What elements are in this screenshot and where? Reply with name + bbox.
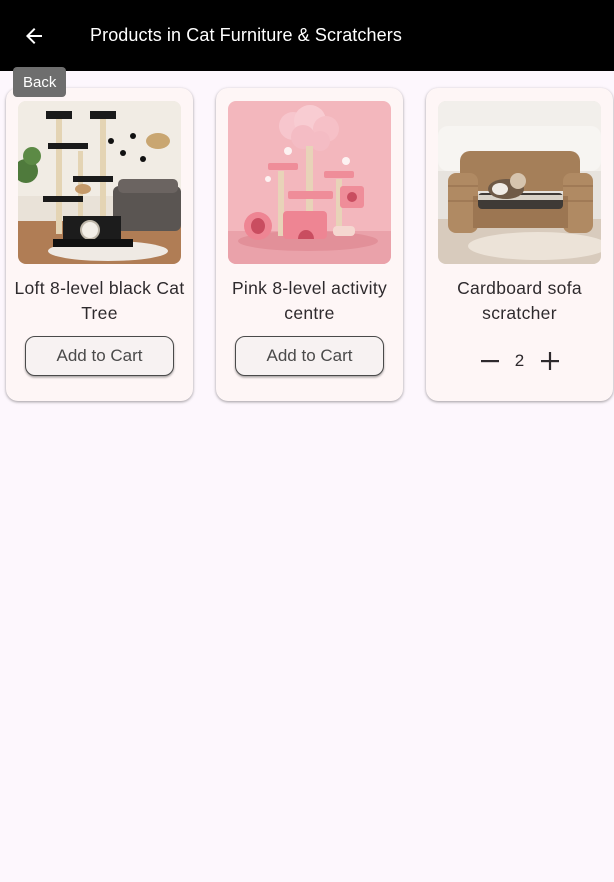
product-name: Cardboard sofa scratcher xyxy=(457,278,582,323)
plus-icon xyxy=(540,352,559,370)
product-grid: Loft 8-level black Cat Tree Add to Cart xyxy=(6,88,614,402)
cat-tree-illustration xyxy=(18,101,181,264)
app-bar: Products in Cat Furniture & Scratchers xyxy=(0,0,614,71)
arrow-left-icon xyxy=(26,28,42,44)
minus-icon xyxy=(480,360,499,363)
add-to-cart-button[interactable]: Add to Cart xyxy=(235,336,384,376)
quantity-stepper: 2 xyxy=(426,346,613,376)
page-title: Products in Cat Furniture & Scratchers xyxy=(90,25,402,45)
product-name: Loft 8-level black Cat Tree xyxy=(14,278,185,323)
add-to-cart-button[interactable]: Add to Cart xyxy=(25,336,174,376)
back-button[interactable] xyxy=(14,17,54,55)
product-card: Pink 8-level activity centre Add to Cart xyxy=(216,88,403,401)
quantity-value: 2 xyxy=(514,351,525,370)
product-image[interactable] xyxy=(18,101,181,264)
product-card: Loft 8-level black Cat Tree Add to Cart xyxy=(6,88,193,401)
increment-button[interactable] xyxy=(533,346,567,376)
product-image[interactable] xyxy=(228,101,391,264)
product-card: Cardboard sofa scratcher 2 xyxy=(426,88,613,401)
decrement-button[interactable] xyxy=(473,346,507,376)
product-image[interactable] xyxy=(438,101,601,264)
back-tooltip: Back xyxy=(13,67,67,97)
pink-activity-centre-illustration xyxy=(228,101,391,264)
product-name: Pink 8-level activity centre xyxy=(231,278,388,323)
cardboard-sofa-illustration xyxy=(438,101,601,264)
